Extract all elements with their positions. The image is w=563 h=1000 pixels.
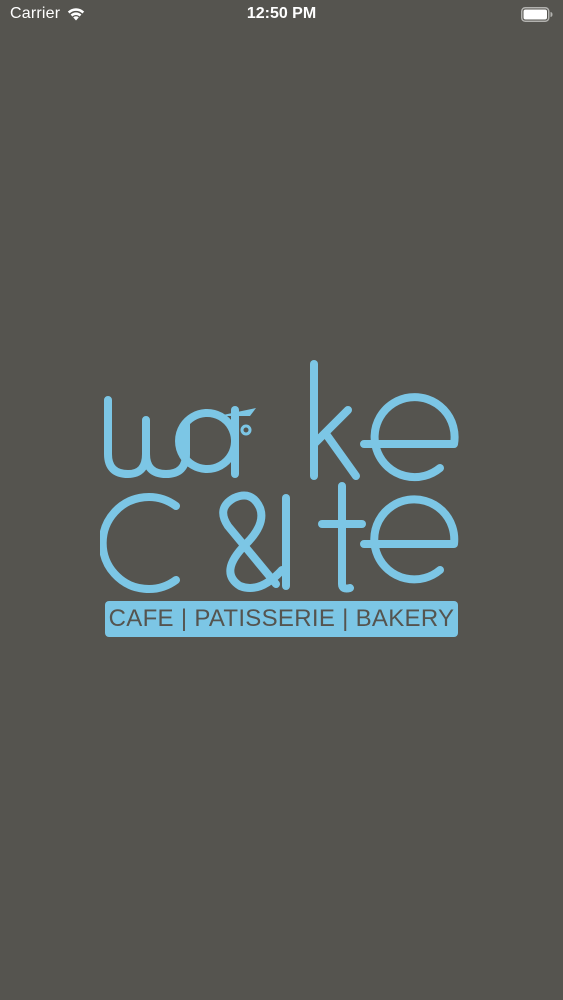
status-time: 12:50 PM <box>246 5 317 22</box>
tagline-text: CAFE | PATISSERIE | BAKERY <box>108 605 455 632</box>
status-bar: Carrier 12:50 PM <box>0 0 563 30</box>
splash-logo: CAFE | PATISSERIE | BAKERY <box>100 358 462 642</box>
wake-cate-logo-mark <box>100 360 459 593</box>
battery-full-icon <box>521 7 553 22</box>
tagline-banner: CAFE | PATISSERIE | BAKERY <box>105 601 458 637</box>
